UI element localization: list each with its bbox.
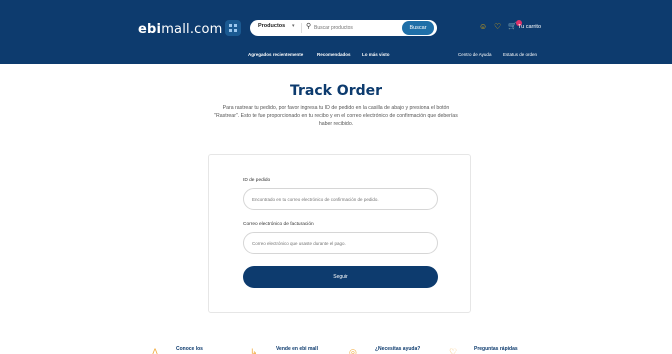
order-id-field[interactable] <box>243 188 438 210</box>
billing-email-input[interactable] <box>252 238 432 248</box>
nav-recently-added[interactable]: Agregados recientemente <box>248 52 303 57</box>
track-submit-button[interactable]: Seguir <box>243 266 438 288</box>
page-description: Para rastrear tu pedido, por favor ingre… <box>214 105 458 127</box>
help-icon: ◎ <box>349 347 357 354</box>
sell-icon: ↳ <box>250 347 258 354</box>
search-bar: Productos ▾ ⚲ Buscar <box>250 20 437 36</box>
user-icon[interactable]: ☺ <box>479 22 487 31</box>
search-category-select[interactable]: Productos <box>258 23 285 29</box>
feature-know-us[interactable]: Conoce los <box>176 346 203 352</box>
categories-grid-icon[interactable] <box>225 20 241 36</box>
nav-help-center[interactable]: Centro de Ayuda <box>458 52 491 57</box>
heart-icon[interactable]: ♡ <box>494 22 501 31</box>
know-us-icon: Δ <box>152 347 159 354</box>
search-button[interactable]: Buscar <box>402 21 434 35</box>
nav-recommended[interactable]: Recomendados <box>317 52 351 57</box>
search-input[interactable] <box>314 23 394 33</box>
feature-help[interactable]: ¿Necesitas ayuda? <box>375 346 420 352</box>
page-title: Track Order <box>289 83 383 99</box>
search-divider <box>301 23 302 33</box>
faq-icon: ♡ <box>449 347 458 354</box>
billing-email-field[interactable] <box>243 232 438 254</box>
nav-order-status[interactable]: Estatus de orden <box>503 52 537 57</box>
nav-most-viewed[interactable]: Lo más visto <box>362 52 390 57</box>
cart-link[interactable]: Tu carrito <box>518 24 541 30</box>
site-logo[interactable]: ebimall.com <box>138 22 223 37</box>
search-icon: ⚲ <box>306 23 312 30</box>
top-header: ebimall.com Productos ▾ ⚲ Buscar ☺ ♡ 🛒 T… <box>0 0 672 64</box>
chevron-down-icon[interactable]: ▾ <box>292 23 295 29</box>
billing-email-label: Correo electrónico de facturación <box>243 222 314 227</box>
feature-sell[interactable]: Vende en ebi mall <box>276 346 318 352</box>
order-id-label: ID de pedido <box>243 178 271 183</box>
order-id-input[interactable] <box>252 194 432 204</box>
feature-faq[interactable]: Preguntas rápidas <box>474 346 518 352</box>
